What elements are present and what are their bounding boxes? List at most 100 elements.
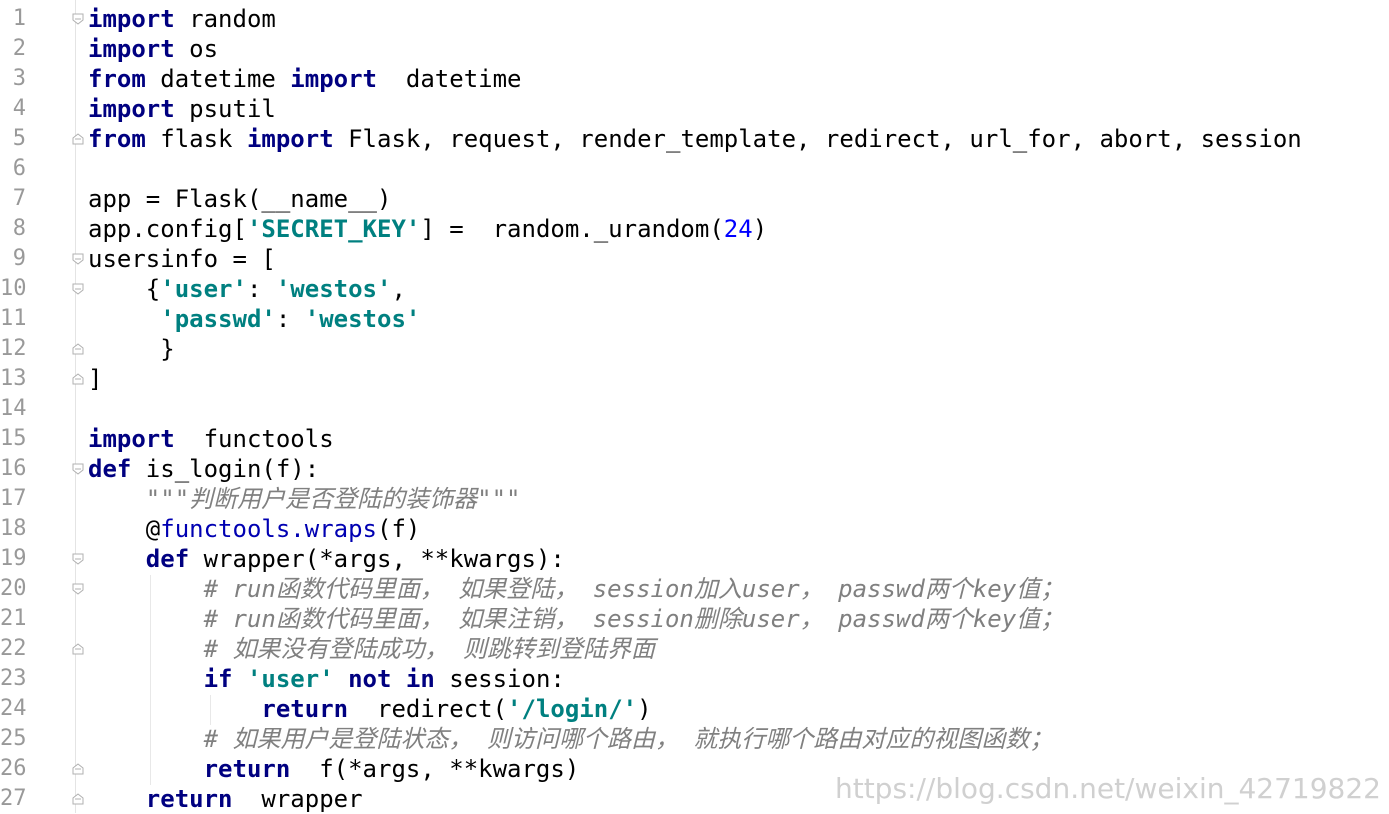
code-line[interactable]: 17 """判断用户是否登陆的装饰器""" xyxy=(0,484,1389,514)
code-text: from datetime import datetime xyxy=(88,64,522,94)
code-text: app.config['SECRET_KEY'] = random._urand… xyxy=(88,214,767,244)
fold-collapse-icon[interactable] xyxy=(72,253,84,265)
code-line[interactable]: 16 def is_login(f): xyxy=(0,454,1389,484)
code-line[interactable]: 13] xyxy=(0,364,1389,394)
fold-collapse-icon[interactable] xyxy=(72,463,84,475)
fold-collapse-icon[interactable] xyxy=(72,553,84,565)
code-line[interactable]: 10 {'user': 'westos', xyxy=(0,274,1389,304)
code-text: ] xyxy=(88,364,102,394)
line-number: 8 xyxy=(12,216,26,241)
code-token: ) xyxy=(637,695,652,723)
code-token: 'westos' xyxy=(304,305,421,333)
code-line[interactable]: 24 return redirect('/login/') xyxy=(0,694,1389,724)
fold-collapse-icon[interactable] xyxy=(72,13,84,25)
code-token: # run函数代码里面， 如果注销， session删除user， passwd… xyxy=(203,605,1065,633)
code-text: # 如果没有登陆成功， 则跳转到登陆界面 xyxy=(88,634,655,664)
code-token: os xyxy=(174,35,219,63)
fold-end-icon[interactable] xyxy=(72,763,84,775)
code-line[interactable]: 22 # 如果没有登陆成功， 则跳转到登陆界面 xyxy=(0,634,1389,664)
code-token: ) xyxy=(752,215,768,243)
code-token: , xyxy=(391,275,406,303)
code-token: import xyxy=(88,35,175,63)
line-number: 18 xyxy=(0,516,27,541)
line-number: 4 xyxy=(12,96,26,121)
code-line[interactable]: 4 import psutil xyxy=(0,94,1389,124)
code-token: session: xyxy=(434,665,565,693)
code-token: 'user' xyxy=(160,275,247,303)
code-token: import xyxy=(246,125,334,153)
code-token: redirect( xyxy=(348,695,508,723)
fold-end-icon[interactable] xyxy=(72,643,84,655)
code-line[interactable]: 7 app = Flask(__name__) xyxy=(0,184,1389,214)
code-token: import xyxy=(290,65,377,93)
line-number: 2 xyxy=(12,36,26,61)
code-text: if 'user' not in session: xyxy=(88,664,565,694)
code-token: # run函数代码里面， 如果登陆， session加入user， passwd… xyxy=(203,575,1065,603)
code-token: datetime xyxy=(145,65,291,93)
code-line[interactable]: 6 xyxy=(0,154,1389,184)
code-line[interactable]: 18 @functools.wraps(f) xyxy=(0,514,1389,544)
code-line[interactable]: 20 # run函数代码里面， 如果登陆， session加入user， pas… xyxy=(0,574,1389,604)
code-line[interactable]: 15 import functools xyxy=(0,424,1389,454)
code-text: return redirect('/login/') xyxy=(88,694,652,724)
code-token: wrapper(*args, **kwargs): xyxy=(189,545,565,573)
code-token: 'westos' xyxy=(275,275,392,303)
code-line[interactable]: 9 usersinfo = [ xyxy=(0,244,1389,274)
code-token: import xyxy=(88,425,175,453)
code-line[interactable]: 2 import os xyxy=(0,34,1389,64)
line-number: 12 xyxy=(0,336,27,361)
code-text: def is_login(f): xyxy=(88,454,319,484)
fold-end-icon[interactable] xyxy=(72,373,84,385)
code-line[interactable]: 1 import random xyxy=(0,4,1389,34)
code-line[interactable]: 23 if 'user' not in session: xyxy=(0,664,1389,694)
code-token: 'passwd' xyxy=(160,305,276,333)
code-line[interactable]: 11 'passwd': 'westos' xyxy=(0,304,1389,334)
line-number: 6 xyxy=(12,156,26,181)
code-token: '/login/' xyxy=(507,695,638,723)
code-text: from flask import Flask, request, render… xyxy=(88,124,1302,154)
fold-end-icon[interactable] xyxy=(72,133,84,145)
fold-collapse-icon[interactable] xyxy=(72,583,84,595)
line-number: 22 xyxy=(0,636,27,661)
code-line[interactable]: 19 def wrapper(*args, **kwargs): xyxy=(0,544,1389,574)
code-text: 'passwd': 'westos' xyxy=(88,304,420,334)
fold-collapse-icon[interactable] xyxy=(72,283,84,295)
code-token: : xyxy=(275,305,305,333)
code-line[interactable]: 21 # run函数代码里面， 如果注销， session删除user， pas… xyxy=(0,604,1389,634)
code-line[interactable]: 25 # 如果用户是登陆状态， 则访问哪个路由， 就执行哪个路由对应的视图函数； xyxy=(0,724,1389,754)
code-token: return xyxy=(203,755,291,783)
code-line[interactable]: 8 app.config['SECRET_KEY'] = random._uran… xyxy=(0,214,1389,244)
code-text: import os xyxy=(88,34,218,64)
line-number: 27 xyxy=(0,786,27,811)
code-token: flask xyxy=(145,125,247,153)
code-text: import random xyxy=(88,4,276,34)
line-number: 5 xyxy=(12,126,26,151)
code-token: from xyxy=(88,125,146,153)
code-line[interactable]: 12 } xyxy=(0,334,1389,364)
line-number: 21 xyxy=(0,606,27,631)
fold-end-icon[interactable] xyxy=(72,343,84,355)
line-number: 25 xyxy=(0,726,27,751)
code-line[interactable]: 5 from flask import Flask, request, rende… xyxy=(0,124,1389,154)
code-token: def xyxy=(88,455,132,483)
line-number: 11 xyxy=(0,306,27,331)
fold-end-icon[interactable] xyxy=(72,793,84,805)
line-number: 19 xyxy=(0,546,27,571)
code-text: return f(*args, **kwargs) xyxy=(88,754,580,784)
code-text: {'user': 'westos', xyxy=(88,274,406,304)
code-token: """判断用户是否登陆的装饰器""" xyxy=(145,485,521,513)
code-editor[interactable]: 1 import random 2 import os 3 from datetime i… xyxy=(0,0,1389,813)
code-line[interactable]: 3 from datetime import datetime xyxy=(0,64,1389,94)
line-number: 16 xyxy=(0,456,27,481)
code-token: ] xyxy=(88,365,103,393)
code-line[interactable]: 14 xyxy=(0,394,1389,424)
